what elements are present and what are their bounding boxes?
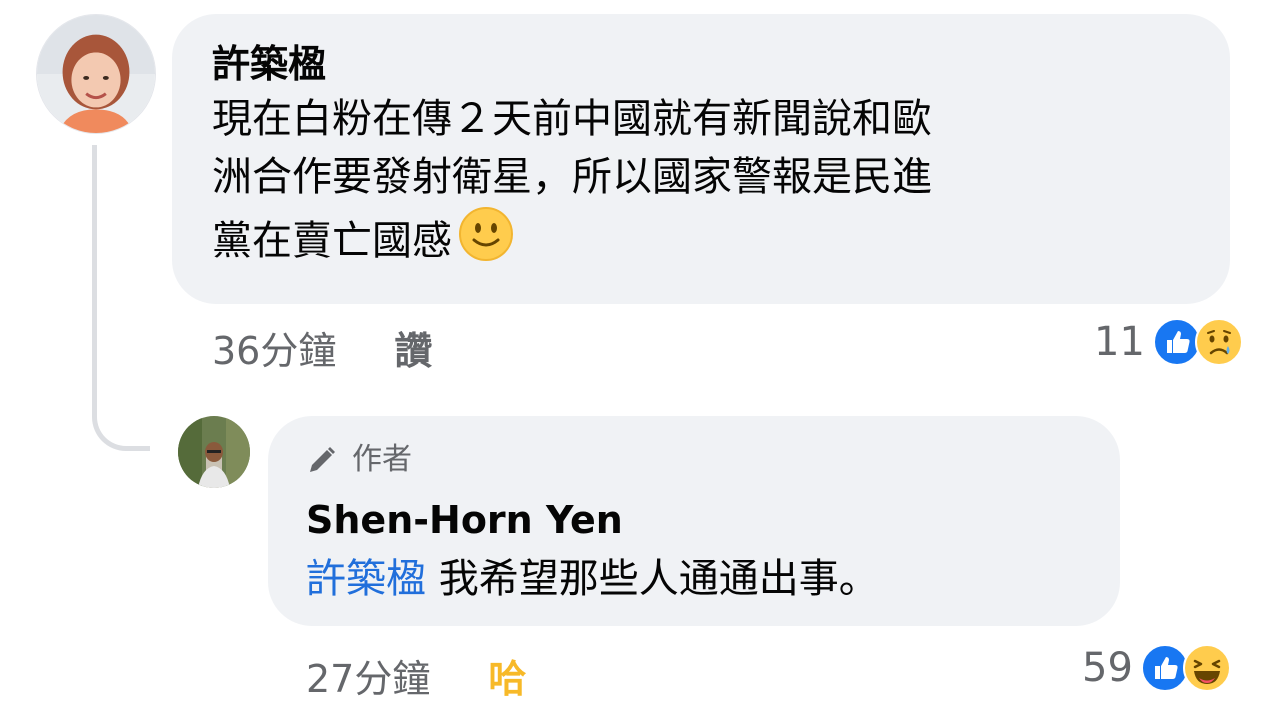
- haha-icon: [1182, 644, 1231, 692]
- comment-timestamp[interactable]: 36分鐘: [212, 320, 336, 375]
- like-button[interactable]: 讚: [394, 320, 432, 375]
- author-badge: 作者: [306, 440, 1082, 480]
- reaction-summary[interactable]: 11: [1094, 318, 1243, 366]
- thread-connector: [92, 145, 150, 451]
- like-icon: [1140, 644, 1189, 692]
- comment-text-line: 黨在賣亡國感: [212, 206, 1190, 270]
- reply-meta: 27分鐘 哈: [306, 648, 526, 703]
- reply-bubble: 作者 Shen-Horn Yen 許築楹 我希望那些人通通出事。: [268, 416, 1120, 626]
- sad-icon: [1194, 318, 1243, 366]
- comment-text-line: 現在白粉在傳２天前中國就有新聞說和歐: [212, 96, 932, 142]
- reply-reaction-count: 59: [1082, 645, 1133, 691]
- mention-link[interactable]: 許築楹: [306, 556, 426, 602]
- comment-author-name[interactable]: 許築楹: [212, 40, 1190, 88]
- author-badge-label: 作者: [352, 442, 412, 477]
- reaction-count: 11: [1094, 319, 1145, 365]
- haha-button[interactable]: 哈: [488, 648, 526, 703]
- comment-text-segment: 黨在賣亡國感: [212, 218, 452, 264]
- comment-bubble: 許築楹 現在白粉在傳２天前中國就有新聞說和歐 洲合作要發射衛星，所以國家警報是民…: [172, 14, 1230, 304]
- reply-timestamp[interactable]: 27分鐘: [306, 648, 430, 703]
- comment-meta: 36分鐘 讚: [212, 320, 432, 375]
- smile-emoji-icon: [458, 206, 514, 262]
- reply-text: 許築楹 我希望那些人通通出事。: [306, 550, 1082, 608]
- reply-reaction-summary[interactable]: 59: [1082, 644, 1231, 692]
- reply-text-body: 我希望那些人通通出事。: [426, 556, 879, 602]
- like-icon: [1152, 318, 1201, 366]
- comment-text: 現在白粉在傳２天前中國就有新聞說和歐 洲合作要發射衛星，所以國家警報是民進 黨在…: [212, 90, 1190, 270]
- pencil-icon: [310, 447, 335, 472]
- reply-author-name[interactable]: Shen-Horn Yen: [306, 496, 1082, 544]
- comment-text-line: 洲合作要發射衛星，所以國家警報是民進: [212, 154, 932, 200]
- commenter-avatar[interactable]: [36, 14, 156, 134]
- author-avatar[interactable]: [178, 416, 250, 488]
